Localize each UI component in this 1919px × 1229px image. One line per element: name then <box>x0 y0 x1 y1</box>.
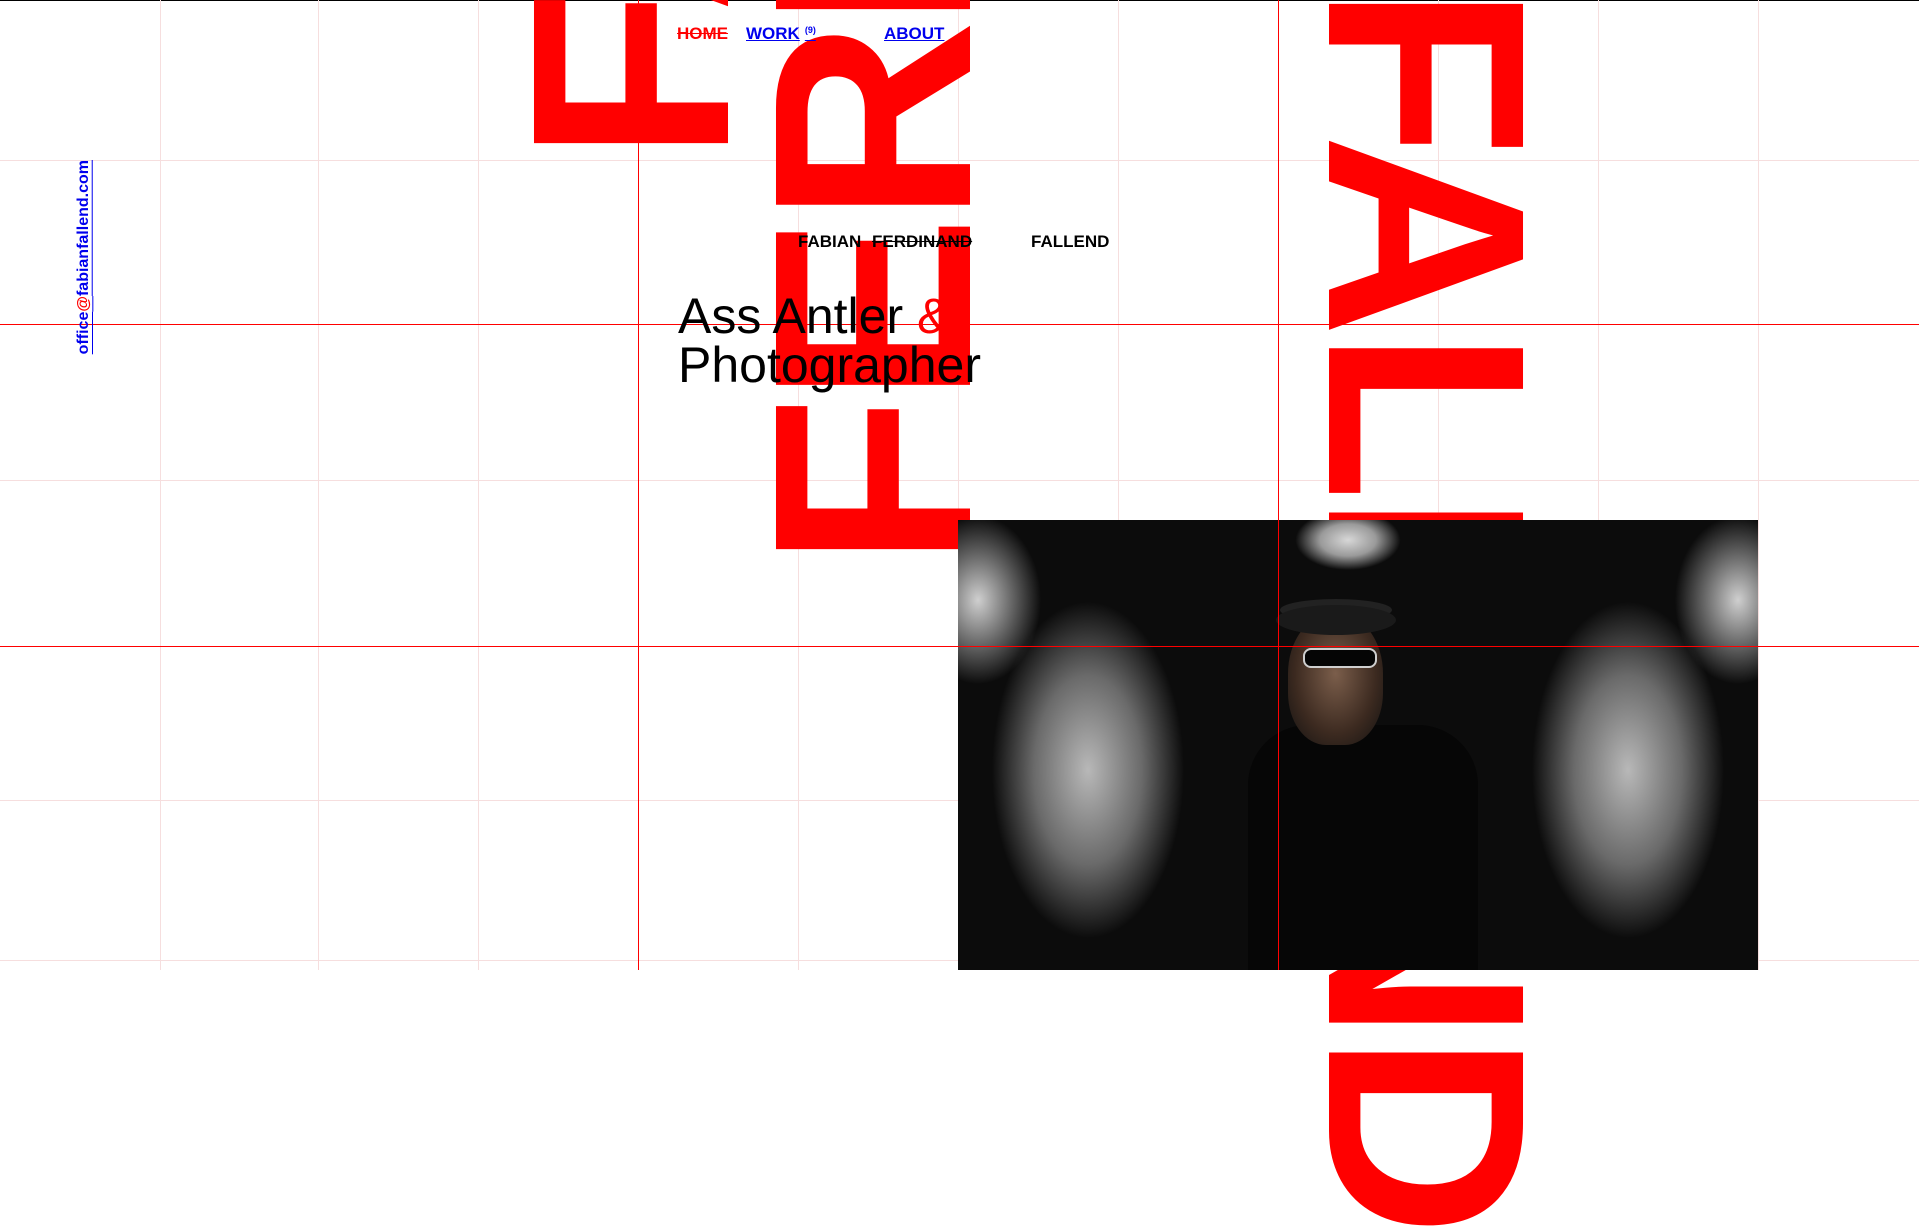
photo-subject-hat <box>1276 605 1396 635</box>
name-first: FABIAN <box>798 232 862 251</box>
name-middle: FERDINAND <box>872 232 973 251</box>
photo-subject-glasses <box>1303 648 1377 668</box>
portrait-photo <box>958 520 1758 970</box>
email-user: office <box>75 311 92 355</box>
email-domain: fabianfallend.com <box>75 160 92 297</box>
headline-ampersand: & <box>917 288 951 344</box>
headline-line2: Photographer <box>678 337 982 393</box>
email-link[interactable]: office@fabianfallend.com <box>75 160 93 354</box>
nav-about-link[interactable]: ABOUT <box>884 24 944 44</box>
nav-work-label: WORK <box>746 24 800 43</box>
big-word-ferdinand: FERDINAND <box>715 0 1030 568</box>
nav-work-count: (9) <box>804 25 816 35</box>
nav-work-link[interactable]: WORK (9) <box>746 24 816 44</box>
nav-home-link[interactable]: HOME <box>677 24 728 44</box>
page-headline: Ass Antler & Photographer <box>678 291 982 393</box>
photo-subject-body <box>1248 725 1478 970</box>
headline-line1: Ass Antler <box>678 288 917 344</box>
name-last: FALLEND <box>1031 232 1110 251</box>
email-at: @ <box>75 296 92 312</box>
